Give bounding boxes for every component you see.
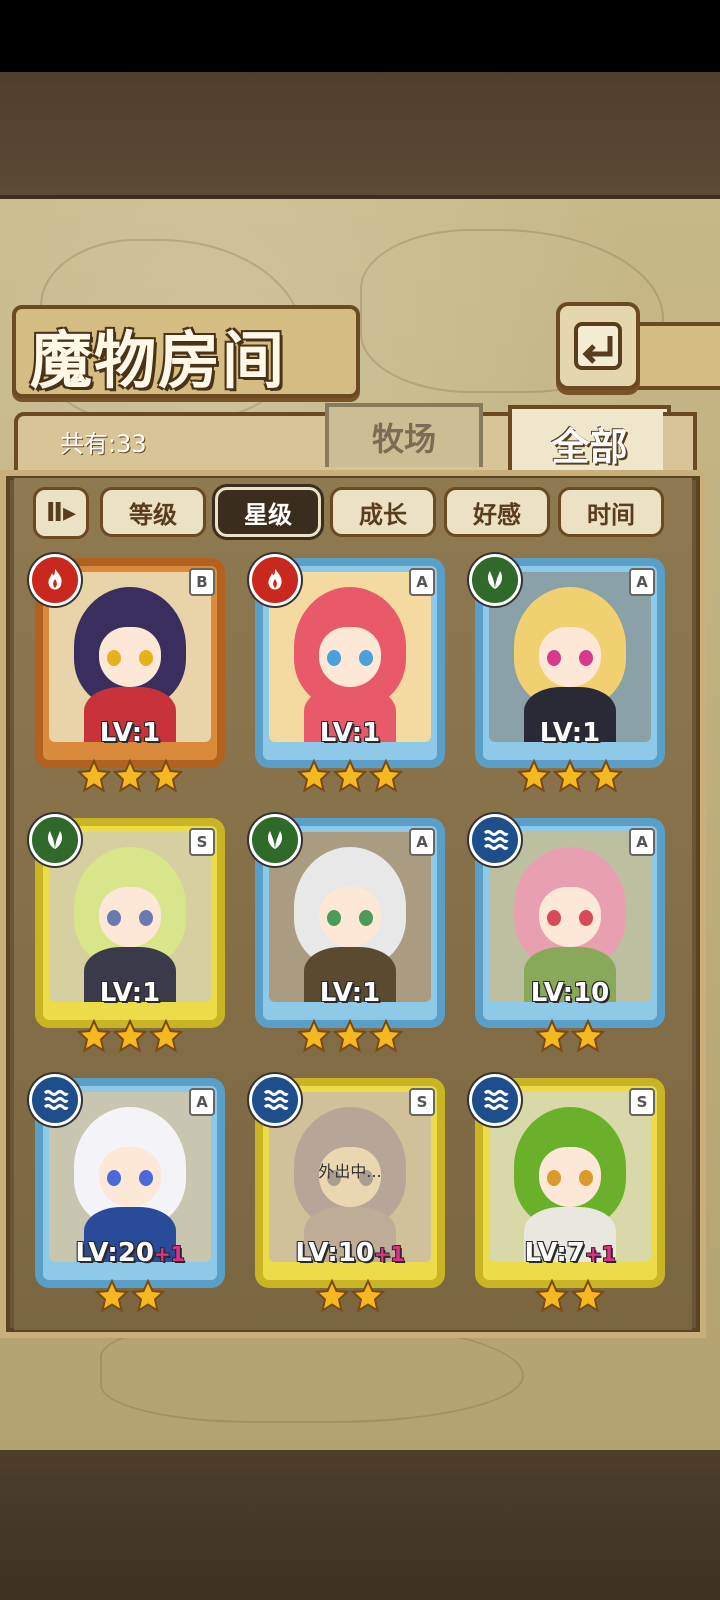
star-icon [149, 759, 183, 793]
level-value: LV:1 [99, 978, 161, 1008]
level-bonus: +1 [153, 1242, 185, 1266]
level-value: LV:1 [99, 718, 161, 748]
level-label: LV:1 [255, 718, 445, 748]
rank-badge: A [409, 568, 435, 596]
leaf-icon [469, 554, 521, 606]
level-value: LV:1 [319, 978, 381, 1008]
water-icon [29, 1074, 81, 1126]
fire-icon [29, 554, 81, 606]
star-rating [255, 1276, 445, 1316]
background-bottom [0, 1450, 720, 1600]
level-value: LV:7 [524, 1238, 585, 1268]
status-bar [0, 0, 720, 72]
star-icon [369, 759, 403, 793]
fire-icon [249, 554, 301, 606]
monster-card[interactable]: A LV:1 [249, 814, 445, 1058]
tab-all[interactable]: 全部 [508, 405, 671, 477]
star-icon [517, 759, 551, 793]
tab-bar-end [663, 412, 697, 478]
star-rating [475, 1276, 665, 1316]
return-arrow-icon [574, 322, 622, 370]
star-icon [369, 1019, 403, 1053]
monster-card[interactable]: B LV:1 [29, 554, 225, 798]
monster-card[interactable]: A LV:1 [469, 554, 665, 798]
leaf-icon [249, 814, 301, 866]
star-icon [571, 1279, 605, 1313]
rank-badge: A [629, 568, 655, 596]
star-icon [113, 1019, 147, 1053]
filter-affection[interactable]: 好感 [444, 487, 550, 537]
level-bonus: +1 [584, 1242, 616, 1266]
monster-card[interactable]: S LV:1 [29, 814, 225, 1058]
level-label: LV:1 [35, 978, 225, 1008]
star-icon [333, 759, 367, 793]
star-icon [589, 759, 623, 793]
star-icon [149, 1019, 183, 1053]
star-icon [571, 1019, 605, 1053]
tab-ranch[interactable]: 牧场 [325, 403, 483, 467]
level-label: LV:10 [475, 978, 665, 1008]
level-bonus: +1 [373, 1242, 405, 1266]
star-icon [333, 1019, 367, 1053]
star-icon [553, 759, 587, 793]
level-label: LV:1 [255, 978, 445, 1008]
monster-card[interactable]: A LV:1 [249, 554, 445, 798]
rank-badge: B [189, 568, 215, 596]
rank-badge: A [189, 1088, 215, 1116]
star-icon [535, 1019, 569, 1053]
water-icon [469, 814, 521, 866]
monster-count: 共有:33 [60, 430, 147, 458]
background-top [0, 72, 720, 200]
star-rating [475, 1016, 665, 1056]
star-icon [297, 1019, 331, 1053]
level-value: LV:10 [530, 978, 610, 1008]
star-rating [475, 756, 665, 796]
rank-badge: S [409, 1088, 435, 1116]
filter-stars[interactable]: 星级 [215, 487, 321, 537]
sort-order-toggle[interactable]: Ⅱ▸ [33, 487, 89, 539]
level-label: LV:20+1 [35, 1238, 225, 1268]
star-rating [35, 1016, 225, 1056]
rank-badge: S [189, 828, 215, 856]
level-value: LV:20 [75, 1238, 154, 1268]
water-icon [469, 1074, 521, 1126]
star-rating [35, 756, 225, 796]
star-icon [77, 1019, 111, 1053]
level-value: LV:10 [295, 1238, 374, 1268]
star-rating [35, 1276, 225, 1316]
monster-card[interactable]: 外出中... S LV:10+1 [249, 1074, 445, 1318]
filter-time[interactable]: 时间 [558, 487, 664, 537]
away-status: 外出中... [318, 1162, 382, 1181]
star-icon [297, 759, 331, 793]
level-label: LV:10+1 [255, 1238, 445, 1268]
filter-level[interactable]: 等级 [100, 487, 206, 537]
monster-card[interactable]: A LV:20+1 [29, 1074, 225, 1318]
star-icon [315, 1279, 349, 1313]
star-icon [113, 759, 147, 793]
rank-badge: A [409, 828, 435, 856]
monster-card[interactable]: S LV:7+1 [469, 1074, 665, 1318]
back-button[interactable] [556, 302, 640, 390]
level-label: LV:7+1 [475, 1238, 665, 1268]
level-label: LV:1 [35, 718, 225, 748]
star-icon [95, 1279, 129, 1313]
star-rating [255, 1016, 445, 1056]
rank-badge: A [629, 828, 655, 856]
back-button-plate [628, 322, 720, 390]
leaf-icon [29, 814, 81, 866]
monster-card[interactable]: A LV:10 [469, 814, 665, 1058]
star-icon [535, 1279, 569, 1313]
level-label: LV:1 [475, 718, 665, 748]
level-value: LV:1 [539, 718, 601, 748]
star-icon [351, 1279, 385, 1313]
page-title: 魔物房间 [30, 324, 287, 397]
level-value: LV:1 [319, 718, 381, 748]
filter-growth[interactable]: 成长 [330, 487, 436, 537]
star-icon [131, 1279, 165, 1313]
water-icon [249, 1074, 301, 1126]
rank-badge: S [629, 1088, 655, 1116]
star-icon [77, 759, 111, 793]
star-rating [255, 756, 445, 796]
